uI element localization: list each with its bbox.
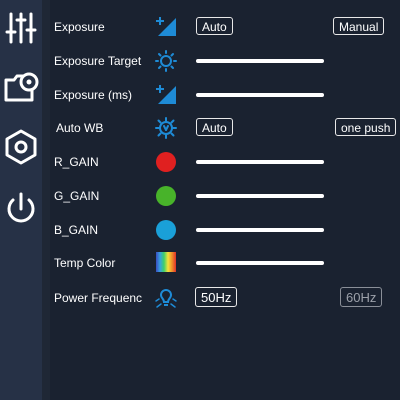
r-gain-label: R_GAIN xyxy=(54,155,99,169)
brightness-icon xyxy=(154,50,178,72)
exposure-row: Exposure Auto Manual xyxy=(50,10,400,44)
b-gain-row: B_GAIN xyxy=(50,213,400,247)
exposure-target-label: Exposure Target xyxy=(54,54,142,68)
exposure-icon xyxy=(154,84,178,106)
sliders-icon[interactable] xyxy=(2,8,40,46)
white-balance-icon xyxy=(154,117,178,139)
exposure-icon xyxy=(154,16,178,38)
r-gain-slider[interactable] xyxy=(196,160,324,164)
rainbow-icon xyxy=(156,252,176,272)
exposure-target-slider[interactable] xyxy=(196,59,324,63)
g-gain-slider[interactable] xyxy=(196,194,324,198)
power-icon[interactable] xyxy=(2,190,40,228)
blue-dot-icon xyxy=(156,220,176,240)
sidebar xyxy=(0,0,42,400)
camera-settings-panel: Exposure Auto Manual Exposure Target Exp… xyxy=(50,0,400,400)
g-gain-label: G_GAIN xyxy=(54,189,100,203)
exposure-ms-slider[interactable] xyxy=(196,93,324,97)
flicker-icon xyxy=(154,287,178,309)
auto-wb-label: Auto WB xyxy=(56,121,104,135)
hexagon-settings-icon[interactable] xyxy=(2,128,40,166)
auto-wb-auto-button[interactable]: Auto xyxy=(196,118,233,136)
one-push-button[interactable]: one push xyxy=(335,118,397,136)
temp-color-label: Temp Color xyxy=(54,256,116,270)
hz60-button[interactable]: 60Hz xyxy=(340,287,383,307)
temp-color-slider[interactable] xyxy=(196,261,324,265)
auto-wb-row: Auto WB Auto one push xyxy=(50,111,400,145)
exposure-ms-label: Exposure (ms) xyxy=(54,88,133,102)
temp-color-row: Temp Color xyxy=(50,246,400,280)
exposure-label: Exposure xyxy=(54,20,105,34)
red-dot-icon xyxy=(156,152,176,172)
power-frequency-label: Power Frequenc xyxy=(54,291,143,305)
exposure-auto-button[interactable]: Auto xyxy=(196,17,233,35)
g-gain-row: G_GAIN xyxy=(50,179,400,213)
camera-settings-icon[interactable] xyxy=(2,68,40,106)
r-gain-row: R_GAIN xyxy=(50,145,400,179)
b-gain-slider[interactable] xyxy=(196,228,324,232)
exposure-manual-button[interactable]: Manual xyxy=(333,17,385,35)
exposure-ms-row: Exposure (ms) xyxy=(50,78,400,112)
exposure-target-row: Exposure Target xyxy=(50,44,400,78)
hz50-button[interactable]: 50Hz xyxy=(195,287,238,307)
b-gain-label: B_GAIN xyxy=(54,223,99,237)
power-frequency-row: Power Frequenc 50Hz 60Hz xyxy=(50,281,400,315)
green-dot-icon xyxy=(156,186,176,206)
